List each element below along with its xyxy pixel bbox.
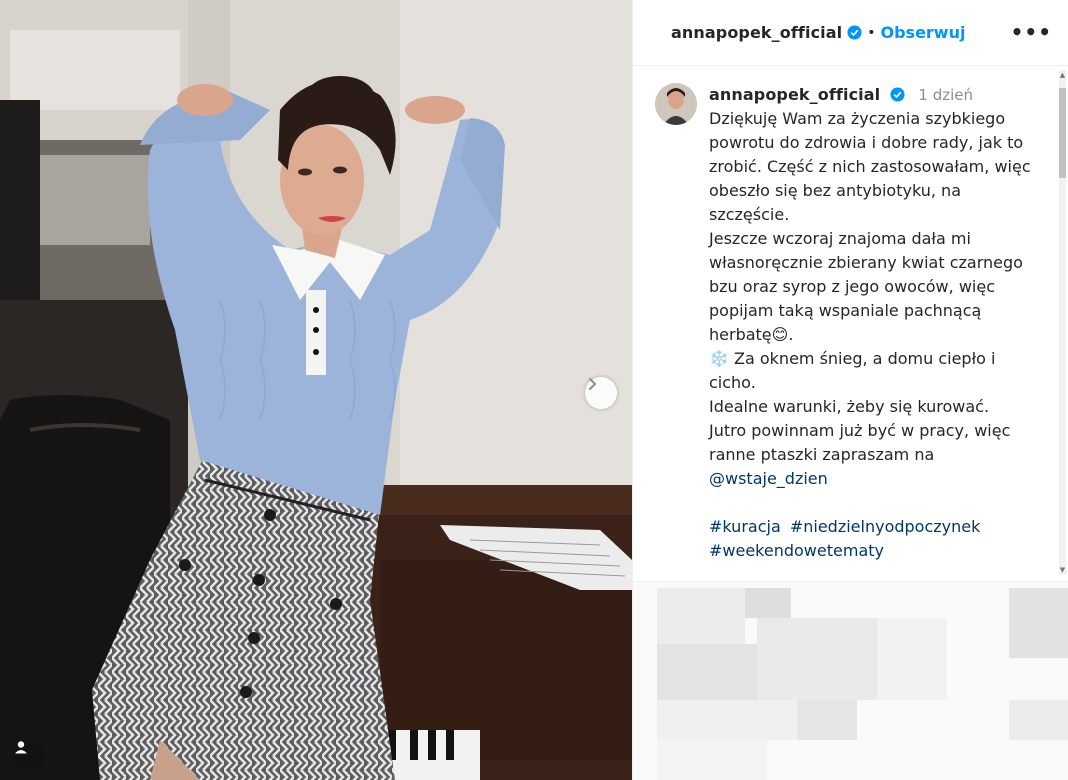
- post-sidebar: annapopek_official • Obserwuj ••• annapo…: [632, 0, 1068, 780]
- scroll-up-arrow-icon[interactable]: ▲: [1059, 70, 1066, 80]
- user-tag-icon: [15, 741, 27, 754]
- more-options-icon[interactable]: •••: [1011, 20, 1052, 44]
- tagged-users-button[interactable]: [14, 740, 46, 772]
- follow-button[interactable]: Obserwuj: [880, 23, 965, 42]
- scroll-down-arrow-icon[interactable]: ▼: [1059, 565, 1066, 575]
- post-header: annapopek_official • Obserwuj •••: [633, 0, 1068, 66]
- caption-text-part-1: Dziękuję Wam za życzenia szybkiego powro…: [709, 109, 1031, 344]
- caption-username[interactable]: annapopek_official: [709, 85, 880, 104]
- post-photo[interactable]: [0, 0, 632, 780]
- blur-block: [657, 588, 745, 644]
- blur-block: [657, 644, 757, 700]
- blur-block: [745, 588, 791, 618]
- smile-emoji-icon: 😊: [771, 325, 789, 344]
- caption-text: Dziękuję Wam za życzenia szybkiego powro…: [709, 107, 1039, 491]
- blur-block: [797, 700, 857, 740]
- snowflake-emoji-icon: ❄️: [709, 349, 729, 368]
- avatar[interactable]: [655, 83, 697, 125]
- blur-block: [657, 740, 767, 780]
- next-photo-button[interactable]: [585, 377, 617, 409]
- caption-scrollbar[interactable]: ▲ ▼: [1059, 70, 1066, 575]
- scrollbar-thumb[interactable]: [1059, 88, 1066, 178]
- photo-illustration: [0, 0, 632, 780]
- chevron-right-icon: [589, 378, 597, 390]
- hashtag-link[interactable]: #niedzielnyodpoczynek: [790, 517, 981, 536]
- blur-block: [877, 618, 947, 700]
- blur-block: [757, 618, 877, 700]
- blur-block: [1009, 588, 1068, 658]
- verified-badge-icon: [847, 25, 862, 40]
- header-separator: •: [867, 24, 876, 41]
- caption-header: annapopek_official 1 dzień: [709, 83, 1039, 107]
- blur-block: [657, 700, 797, 740]
- caption-text-part-2: Za oknem śnieg, a domu ciepło i cicho. I…: [709, 349, 1011, 464]
- caption-panel: annapopek_official 1 dzień Dziękuję Wam …: [633, 67, 1059, 579]
- hashtag-link[interactable]: #kuracja: [709, 517, 781, 536]
- hashtag-list: #kuracja #niedzielnyodpoczynek #weekendo…: [709, 515, 1009, 563]
- avatar-image: [655, 83, 697, 125]
- caption-body: annapopek_official 1 dzień Dziękuję Wam …: [709, 83, 1039, 563]
- post-timestamp[interactable]: 1 dzień: [918, 86, 973, 104]
- post-username[interactable]: annapopek_official: [671, 23, 842, 42]
- pixelated-comments-area: [633, 581, 1068, 780]
- hashtag-link[interactable]: #weekendowetematy: [709, 541, 884, 560]
- verified-badge-icon: [890, 87, 905, 102]
- mention-link[interactable]: @wstaje_dzien: [709, 469, 828, 488]
- blur-block: [1009, 700, 1068, 740]
- caption-period: .: [788, 325, 794, 344]
